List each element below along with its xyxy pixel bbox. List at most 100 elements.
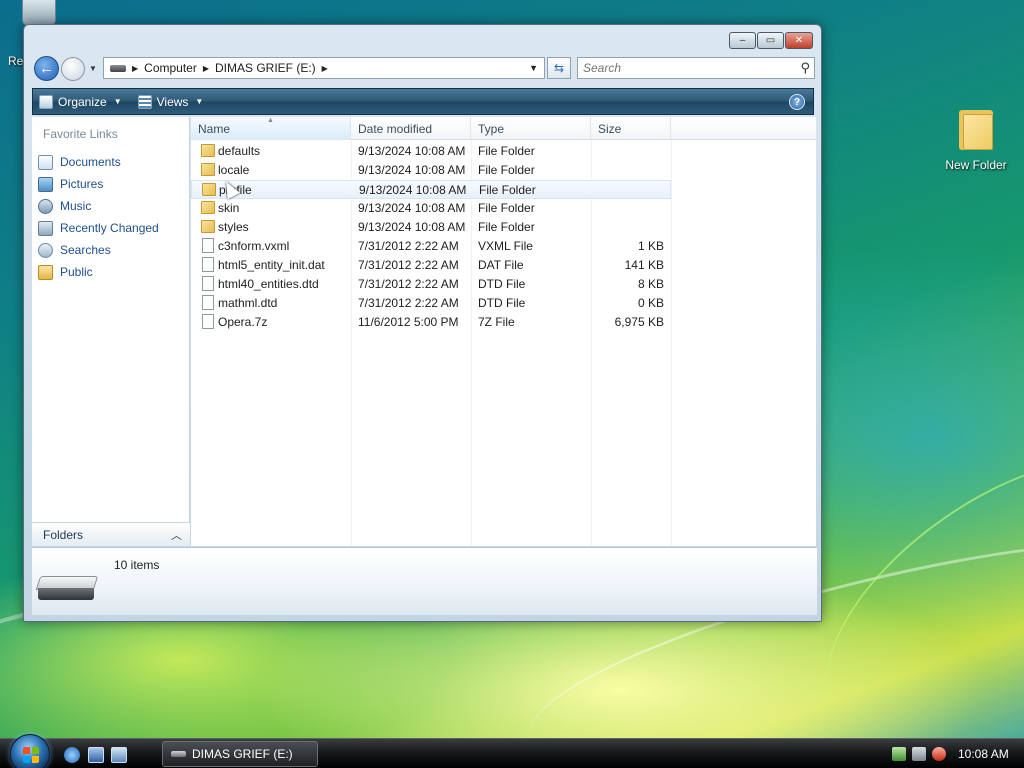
drive-icon: [171, 751, 186, 757]
chevron-down-icon: ▼: [113, 97, 122, 106]
breadcrumb-computer[interactable]: Computer: [144, 61, 197, 75]
volume-muted-icon[interactable]: [932, 747, 946, 761]
recent-pages-dropdown[interactable]: ▼: [89, 64, 97, 73]
documents-icon: [38, 154, 53, 170]
table-row[interactable]: c3nform.vxml 7/31/2012 2:22 AM VXML File…: [191, 237, 671, 256]
nav-item-public[interactable]: Public: [38, 261, 159, 283]
favorite-links-list: Documents Pictures Music Recently Change…: [38, 151, 159, 283]
drive-icon: [110, 64, 126, 72]
system-tray: 10:08 AM: [884, 739, 1024, 768]
column-header-name[interactable]: Name ▲: [191, 117, 351, 140]
nav-item-label: Pictures: [60, 177, 104, 191]
file-name: mathml.dtd: [218, 296, 278, 310]
table-row[interactable]: html5_entity_init.dat 7/31/2012 2:22 AM …: [191, 256, 671, 275]
column-header-label: Date modified: [358, 121, 433, 136]
breadcrumb-separator-icon[interactable]: ▶: [132, 64, 138, 73]
file-name: defaults: [218, 144, 261, 158]
music-icon: [38, 198, 53, 214]
breadcrumb-drive[interactable]: DIMAS GRIEF (E:): [215, 61, 316, 75]
desktop-icon-label: New Folder: [945, 158, 1007, 172]
folder-icon: [202, 183, 216, 196]
file-date: 7/31/2012 2:22 AM: [358, 239, 459, 253]
folder-icon: [959, 106, 993, 150]
table-row[interactable]: styles 9/13/2024 10:08 AM File Folder: [191, 218, 671, 237]
nav-item-searches[interactable]: Searches: [38, 239, 159, 261]
explorer-window: – ▭ ✕ ← ▼ ▶ Computer ▶ DIMAS GRIEF (E:) …: [23, 24, 822, 622]
table-row[interactable]: locale 9/13/2024 10:08 AM File Folder: [191, 161, 671, 180]
safely-remove-hardware-icon[interactable]: [892, 747, 906, 761]
file-date: 9/13/2024 10:08 AM: [359, 183, 467, 197]
file-icon: [202, 295, 214, 310]
views-label: Views: [156, 94, 189, 109]
column-header-size[interactable]: Size: [591, 117, 671, 140]
drive-icon: [35, 576, 99, 602]
file-size: 8 KB: [637, 277, 664, 291]
nav-item-pictures[interactable]: Pictures: [38, 173, 159, 195]
refresh-button[interactable]: ⇆: [547, 57, 571, 79]
file-icon: [202, 276, 214, 291]
table-row[interactable]: Opera.7z 11/6/2012 5:00 PM 7Z File 6,975…: [191, 313, 671, 332]
nav-item-documents[interactable]: Documents: [38, 151, 159, 173]
chevron-down-icon: ▼: [195, 97, 204, 106]
minimize-button[interactable]: –: [729, 32, 756, 49]
file-name: c3nform.vxml: [218, 239, 290, 253]
file-name: Opera.7z: [218, 315, 268, 329]
breadcrumb-separator-icon[interactable]: ▶: [322, 64, 328, 73]
search-icon[interactable]: ⚲: [800, 60, 810, 76]
address-bar[interactable]: ▶ Computer ▶ DIMAS GRIEF (E:) ▶ ▼: [103, 57, 545, 79]
file-name: locale: [218, 163, 250, 177]
nav-item-recently-changed[interactable]: Recently Changed: [38, 217, 159, 239]
switch-windows-icon[interactable]: [111, 747, 127, 763]
chevron-up-icon: ︿: [171, 530, 182, 542]
views-button[interactable]: Views ▼: [137, 94, 204, 109]
network-icon[interactable]: [912, 747, 926, 761]
file-date: 9/13/2024 10:08 AM: [358, 220, 466, 234]
column-header-type[interactable]: Type: [471, 117, 591, 140]
forward-button[interactable]: [61, 57, 85, 81]
file-icon: [202, 238, 214, 253]
help-button[interactable]: ?: [789, 94, 805, 110]
desktop-icon-new-folder[interactable]: New Folder: [940, 106, 1012, 172]
taskbar-window-button[interactable]: DIMAS GRIEF (E:): [162, 741, 318, 767]
nav-item-music[interactable]: Music: [38, 195, 159, 217]
navigation-pane: Favorite Links Documents Pictures Music …: [32, 117, 190, 546]
refresh-icon: ⇆: [553, 61, 565, 75]
column-divider: [671, 140, 672, 546]
file-type: VXML File: [478, 239, 533, 253]
organize-label: Organize: [58, 94, 107, 109]
table-row[interactable]: html40_entities.dtd 7/31/2012 2:22 AM DT…: [191, 275, 671, 294]
table-row[interactable]: skin 9/13/2024 10:08 AM File Folder: [191, 199, 671, 218]
start-button[interactable]: [10, 734, 50, 768]
folders-toggle[interactable]: Folders ︿: [32, 522, 190, 546]
file-size: 6,975 KB: [614, 315, 664, 329]
internet-explorer-icon[interactable]: [64, 747, 80, 763]
column-header-date-modified[interactable]: Date modified: [351, 117, 471, 140]
desktop-icon-recycle-bin[interactable]: Re: [4, 0, 74, 68]
table-row[interactable]: mathml.dtd 7/31/2012 2:22 AM DTD File 0 …: [191, 294, 671, 313]
table-row[interactable]: defaults 9/13/2024 10:08 AM File Folder: [191, 142, 671, 161]
file-type: File Folder: [478, 144, 535, 158]
clock[interactable]: 10:08 AM: [958, 747, 1009, 761]
file-date: 9/13/2024 10:08 AM: [358, 201, 466, 215]
details-pane: 10 items: [32, 547, 817, 615]
sort-ascending-icon: ▲: [267, 117, 274, 124]
show-desktop-icon[interactable]: [88, 747, 104, 763]
column-header-label: Name: [198, 121, 231, 136]
breadcrumb-separator-icon[interactable]: ▶: [203, 64, 209, 73]
table-row-hovered[interactable]: profile 9/13/2024 10:08 AM File Folder: [191, 180, 671, 199]
close-button[interactable]: ✕: [785, 32, 813, 49]
item-count: 10 items: [114, 558, 160, 572]
search-input[interactable]: [583, 61, 783, 75]
back-button[interactable]: ←: [34, 56, 59, 81]
favorite-links-title: Favorite Links: [43, 127, 118, 141]
search-box[interactable]: ⚲: [577, 57, 815, 79]
maximize-button[interactable]: ▭: [757, 32, 784, 49]
organize-button[interactable]: Organize ▼: [39, 94, 122, 109]
file-type: File Folder: [479, 183, 536, 197]
pictures-icon: [38, 176, 53, 192]
file-size: 0 KB: [637, 296, 664, 310]
address-dropdown-icon[interactable]: ▼: [529, 63, 538, 73]
file-icon: [202, 257, 214, 272]
file-type: 7Z File: [478, 315, 515, 329]
file-date: 9/13/2024 10:08 AM: [358, 163, 466, 177]
